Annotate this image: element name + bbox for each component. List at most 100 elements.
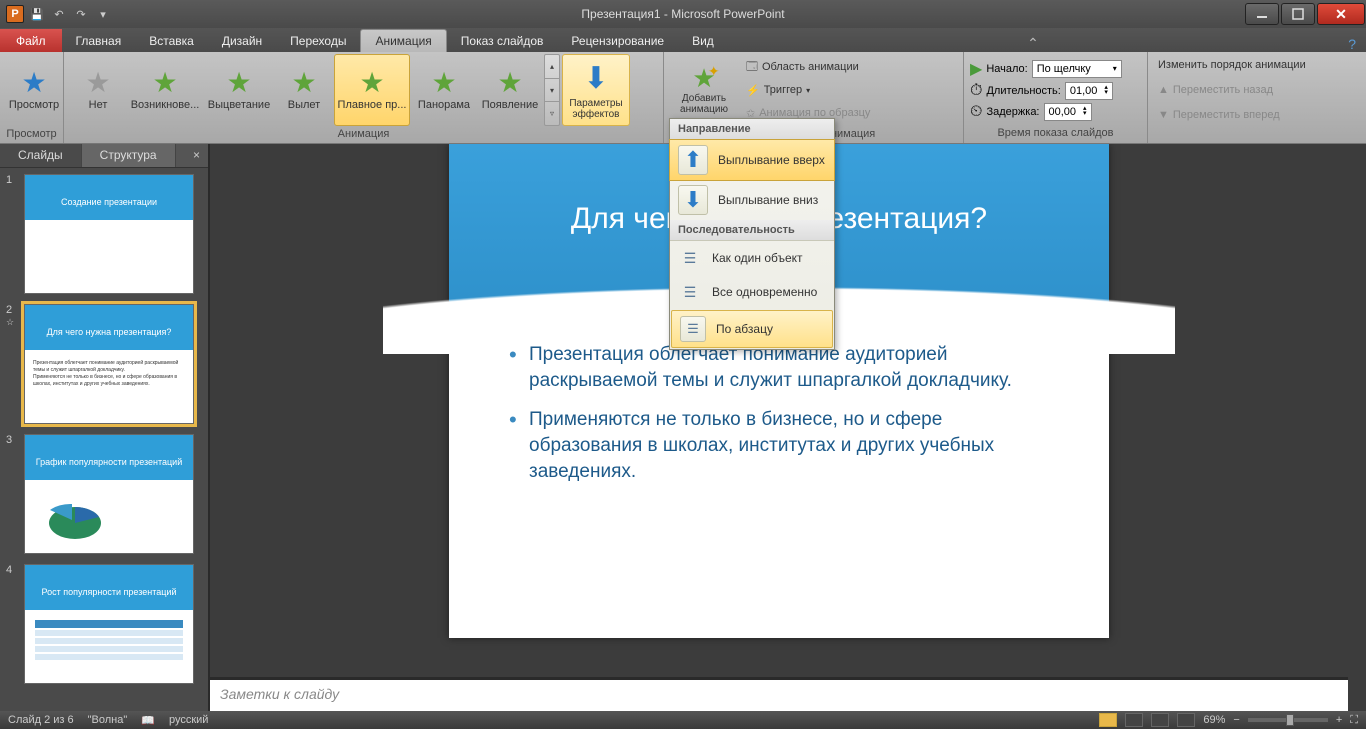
- redo-icon[interactable]: ↷: [72, 5, 90, 23]
- duration-field: ⏱ Длительность: 01,00▴▾: [970, 82, 1122, 100]
- preview-button[interactable]: ★ Просмотр: [6, 54, 62, 126]
- animation-pane-button[interactable]: 🗔 Область анимации: [742, 56, 874, 78]
- tab-animation[interactable]: Анимация: [360, 29, 446, 52]
- anim-split[interactable]: ★Панорама: [412, 54, 476, 126]
- chevron-down-icon: ▾: [806, 86, 810, 95]
- panel-close-icon[interactable]: ×: [185, 144, 208, 167]
- view-reading-button[interactable]: [1151, 713, 1169, 727]
- zoom-thumb[interactable]: [1286, 714, 1294, 726]
- zoom-level[interactable]: 69%: [1203, 714, 1225, 726]
- add-animation-button[interactable]: ★✦ Добавить анимацию: [670, 54, 738, 126]
- slide-body[interactable]: Презентация облегчает понимание аудитори…: [509, 342, 1059, 498]
- trigger-button[interactable]: ⚡Триггер▾: [742, 79, 874, 101]
- delay-spinner[interactable]: 00,00▴▾: [1044, 103, 1092, 121]
- anim-label: Выцветание: [208, 99, 270, 111]
- undo-icon[interactable]: ↶: [50, 5, 68, 23]
- qat-more-icon[interactable]: ▾: [94, 5, 112, 23]
- tab-design[interactable]: Дизайн: [208, 29, 276, 52]
- duration-spinner[interactable]: 01,00▴▾: [1065, 82, 1113, 100]
- option-by-paragraph[interactable]: ☰ По абзацу: [671, 310, 833, 348]
- option-float-down[interactable]: ⬇ Выплывание вниз: [670, 180, 834, 220]
- anim-label: Плавное пр...: [338, 99, 407, 111]
- delay-field: ⏲ Задержка: 00,00▴▾: [970, 103, 1122, 121]
- option-as-one[interactable]: ☰ Как один объект: [670, 241, 834, 275]
- fit-to-window-button[interactable]: ⛶: [1350, 714, 1358, 727]
- option-all-at-once[interactable]: ☰ Все одновременно: [670, 275, 834, 309]
- tab-home[interactable]: Главная: [62, 29, 136, 52]
- zoom-in-button[interactable]: +: [1336, 714, 1342, 726]
- close-button[interactable]: ✕: [1317, 3, 1365, 25]
- view-sorter-button[interactable]: [1125, 713, 1143, 727]
- option-float-up[interactable]: ⬆ Выплывание вверх: [669, 139, 835, 181]
- tab-slideshow[interactable]: Показ слайдов: [447, 29, 558, 52]
- notes-pane[interactable]: Заметки к слайду: [210, 677, 1348, 711]
- anim-appear[interactable]: ★ Возникнове...: [128, 54, 202, 126]
- move-later-button[interactable]: ▼Переместить вперед: [1154, 104, 1310, 126]
- duration-label: Длительность:: [986, 85, 1060, 97]
- thumb-title: Для чего нужна презентация?: [25, 327, 193, 337]
- file-tab[interactable]: Файл: [0, 29, 62, 52]
- anim-label: Появление: [482, 99, 538, 111]
- status-bar: Слайд 2 из 6 "Волна" 📖 русский 69% − + ⛶: [0, 711, 1366, 729]
- star-plus-icon: ★✦: [692, 65, 715, 91]
- move-earlier-button[interactable]: ▲ Переместить назад: [1154, 79, 1310, 101]
- anim-flyin[interactable]: ★Вылет: [276, 54, 332, 126]
- anim-floatin[interactable]: ★Плавное пр...: [334, 54, 410, 126]
- maximize-button[interactable]: [1281, 3, 1315, 25]
- thumb-body: Презентация облегчает понимание аудитори…: [33, 360, 185, 388]
- thumbnail-item[interactable]: 1 Создание презентации: [6, 174, 202, 294]
- chevron-down-icon: ▾: [1113, 64, 1117, 73]
- thumb-preview[interactable]: Для чего нужна презентация? Презентация о…: [24, 304, 194, 424]
- tab-slides[interactable]: Слайды: [0, 144, 82, 167]
- pane-label: Область анимации: [762, 61, 859, 73]
- play-icon: ▶: [970, 59, 982, 79]
- preview-label: Просмотр: [9, 99, 59, 111]
- zoom-out-button[interactable]: −: [1233, 714, 1239, 726]
- arrow-down-icon: ▼: [1158, 109, 1169, 121]
- language-indicator[interactable]: русский: [169, 714, 208, 726]
- thumbnail-item[interactable]: 3 График популярности презентаций: [6, 434, 202, 554]
- effect-options-button[interactable]: ⬇ Параметры эффектов: [562, 54, 630, 126]
- tab-view[interactable]: Вид: [678, 29, 728, 52]
- arrow-up-icon: ▲: [1158, 84, 1169, 96]
- slides-panel: Слайды Структура × 1 Создание презентаци…: [0, 144, 210, 711]
- minimize-button[interactable]: [1245, 3, 1279, 25]
- view-normal-button[interactable]: [1099, 713, 1117, 727]
- view-slideshow-button[interactable]: [1177, 713, 1195, 727]
- spellcheck-icon[interactable]: 📖: [141, 714, 155, 727]
- ribbon-minimize-icon[interactable]: ⌃: [1017, 35, 1049, 52]
- trigger-label: Триггер: [764, 84, 802, 96]
- group-animation-label: Анимация: [64, 128, 663, 143]
- clock-icon: ⏲: [970, 103, 982, 121]
- quick-access-toolbar: P 💾 ↶ ↷ ▾: [0, 5, 118, 23]
- anim-fade[interactable]: ★Выцветание: [204, 54, 274, 126]
- thumb-preview[interactable]: Рост популярности презентаций: [24, 564, 194, 684]
- zoom-slider[interactable]: [1248, 718, 1328, 722]
- ribbon-tabs: Файл Главная Вставка Дизайн Переходы Ани…: [0, 28, 1366, 52]
- pane-icon: 🗔: [746, 58, 758, 77]
- vertical-scrollbar[interactable]: [1348, 144, 1366, 711]
- help-icon[interactable]: ?: [1338, 36, 1366, 52]
- animation-gallery-more[interactable]: ▴▾▿: [544, 54, 560, 126]
- thumbnail-item[interactable]: 4 Рост популярности презентаций: [6, 564, 202, 684]
- thumb-preview[interactable]: Создание презентации: [24, 174, 194, 294]
- app-icon[interactable]: P: [6, 5, 24, 23]
- duration-value: 01,00: [1070, 85, 1098, 97]
- tab-outline[interactable]: Структура: [82, 144, 176, 167]
- tab-transitions[interactable]: Переходы: [276, 29, 360, 52]
- thumb-title: Создание презентации: [25, 197, 193, 207]
- tab-insert[interactable]: Вставка: [135, 29, 208, 52]
- star-icon: ★: [431, 69, 456, 97]
- anim-none[interactable]: ★Нет: [70, 54, 126, 126]
- tab-review[interactable]: Рецензирование: [557, 29, 678, 52]
- thumbnail-item[interactable]: 2☆ Для чего нужна презентация? Презентаци…: [6, 304, 202, 424]
- thumb-number: 2☆: [6, 304, 18, 424]
- earlier-label: Переместить назад: [1173, 84, 1273, 96]
- anim-label: Возникнове...: [131, 99, 200, 111]
- star-icon: ★: [152, 69, 177, 97]
- save-icon[interactable]: 💾: [28, 5, 46, 23]
- thumb-preview[interactable]: График популярности презентаций: [24, 434, 194, 554]
- group-timing-label: Время показа слайдов: [964, 127, 1147, 143]
- anim-wipe[interactable]: ★Появление: [478, 54, 542, 126]
- start-dropdown[interactable]: По щелчку▾: [1032, 60, 1122, 78]
